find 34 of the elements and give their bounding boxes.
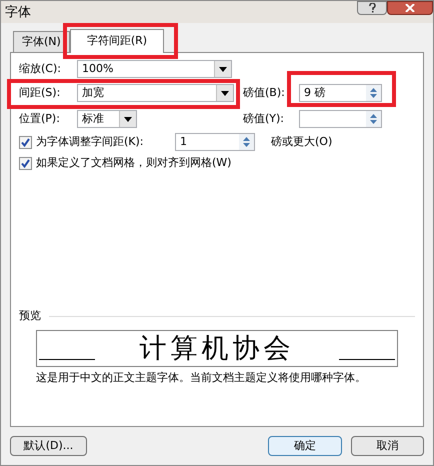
tab[interactable]: 字体(N) — [13, 31, 70, 52]
spin-arrows-icon — [370, 88, 377, 98]
field-label: 位置(P): — [19, 110, 61, 127]
dropdown-arrow-icon — [221, 90, 229, 96]
ok-button[interactable]: 确定 — [268, 436, 342, 456]
dropdown-field[interactable]: 标准 — [77, 110, 137, 128]
checkbox[interactable] — [19, 136, 32, 148]
section-label: 预览 — [19, 308, 41, 324]
dropdown-field[interactable]: 100% — [77, 60, 232, 78]
dropdown-field[interactable]: 加宽 — [77, 84, 234, 102]
default-button[interactable]: 默认(D)... — [10, 436, 87, 456]
help-button[interactable] — [357, 1, 387, 15]
spin-field[interactable]: 9 磅 — [299, 84, 382, 102]
field-label: 缩放(C): — [19, 60, 62, 77]
field-label: 磅值(Y): — [243, 110, 286, 127]
checkbox-label: 如果定义了文档网格，则对齐到网格(W) — [36, 154, 232, 171]
checkbox[interactable] — [19, 156, 32, 170]
cancel-button[interactable]: 取消 — [351, 436, 424, 456]
spin-arrows-icon — [243, 137, 250, 147]
spin-arrows-icon — [370, 114, 377, 124]
preview-text: 计算机协会 — [138, 332, 296, 366]
close-icon — [405, 4, 415, 12]
checkbox-label: 为字体调整字间距(K): — [36, 134, 144, 150]
spin-field[interactable] — [299, 110, 382, 128]
tab[interactable]: 字符间距(R) — [70, 29, 164, 53]
dropdown-arrow-icon — [124, 116, 132, 122]
dropdown-arrow-icon — [219, 66, 227, 72]
help-icon — [368, 3, 376, 13]
spin-field[interactable]: 1 — [175, 133, 255, 151]
unit-label: 磅或更大(O) — [271, 134, 332, 150]
field-label: 间距(S): — [19, 84, 62, 101]
window-title: 字体 — [5, 4, 31, 22]
description-text: 这是用于中文的正文主题字体。当前文档主题定义将使用哪种字体。 — [36, 370, 367, 386]
close-button[interactable] — [387, 1, 433, 15]
